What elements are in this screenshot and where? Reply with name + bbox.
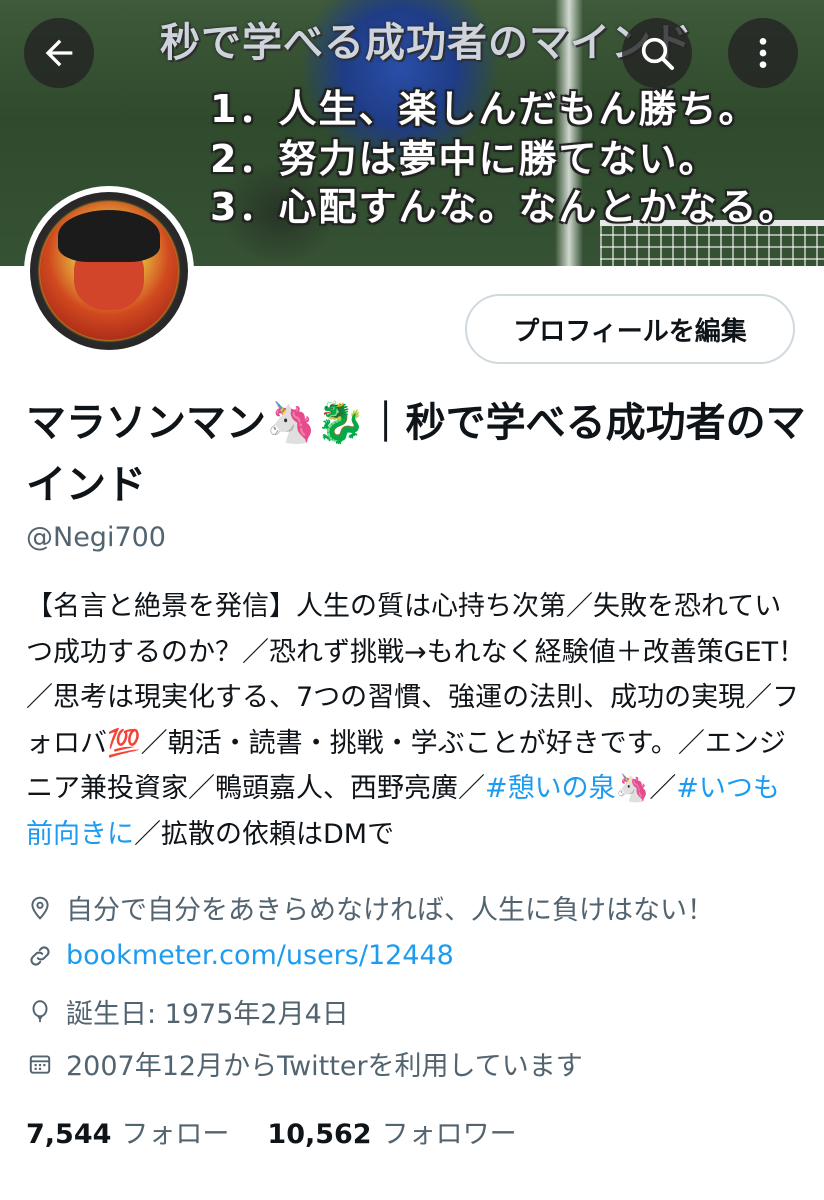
followers-count: 10,562 (267, 1119, 372, 1150)
profile-avatar[interactable] (24, 186, 194, 356)
birthday-text: 誕生日: 1975年2月4日 (66, 999, 349, 1030)
search-button[interactable] (622, 18, 692, 88)
following-link[interactable]: 7,544 フォロー (26, 1112, 229, 1151)
joined-text: 2007年12月からTwitterを利用しています (66, 1051, 583, 1082)
profile-bio: 【名言と絶景を発信】人生の質は心持ち次第／失敗を恐れていつ成功するのか？／恐れず… (26, 584, 806, 857)
back-button[interactable] (24, 18, 94, 88)
bio-separator: ／ (649, 773, 677, 804)
edit-profile-button[interactable]: プロフィールを編集 (465, 294, 795, 364)
website-link[interactable]: bookmeter.com/users/12448 (66, 940, 454, 971)
avatar-image (30, 192, 188, 350)
banner-line-2: 2．努力は夢中に勝てない。 (210, 137, 719, 181)
calendar-icon (26, 1050, 54, 1078)
balloon-icon (26, 998, 54, 1026)
display-name: マラソンマン🦄🐉｜秒で学べる成功者のマインド (26, 400, 806, 508)
hashtag-link-1[interactable]: #憩いの泉🦄 (485, 773, 649, 804)
joined-row: 2007年12月からTwitterを利用しています (26, 1044, 583, 1083)
follow-stats: 7,544 フォロー 10,562 フォロワー (26, 1112, 517, 1151)
location-pin-icon (26, 894, 54, 922)
followers-link[interactable]: 10,562 フォロワー (267, 1112, 516, 1151)
link-icon (26, 942, 54, 970)
more-options-button[interactable] (728, 18, 798, 88)
avatar-hair (58, 210, 160, 262)
search-icon (641, 37, 674, 70)
bio-ending: ／拡散の依頼はDMで (134, 818, 395, 850)
arrow-left-icon (45, 39, 73, 67)
banner-title: 秒で学べる成功者のマインド (160, 20, 693, 66)
banner-line-1: 1．人生、楽しんだもん勝ち。 (210, 87, 759, 131)
more-vertical-icon (759, 38, 767, 68)
followers-label: フォロワー (381, 1119, 517, 1150)
banner-line-3: 3．心配すんな。なんとかなる。 (210, 185, 799, 229)
birthday-row: 誕生日: 1975年2月4日 (26, 992, 349, 1031)
location-text: 自分で自分をあきらめなければ、人生に負けはない！ (66, 895, 714, 926)
location-row: 自分で自分をあきらめなければ、人生に負けはない！ (26, 888, 714, 927)
following-count: 7,544 (26, 1119, 112, 1150)
user-handle: @Negi700 (26, 522, 166, 553)
following-label: フォロー (121, 1119, 230, 1150)
website-row: bookmeter.com/users/12448 (26, 940, 454, 971)
